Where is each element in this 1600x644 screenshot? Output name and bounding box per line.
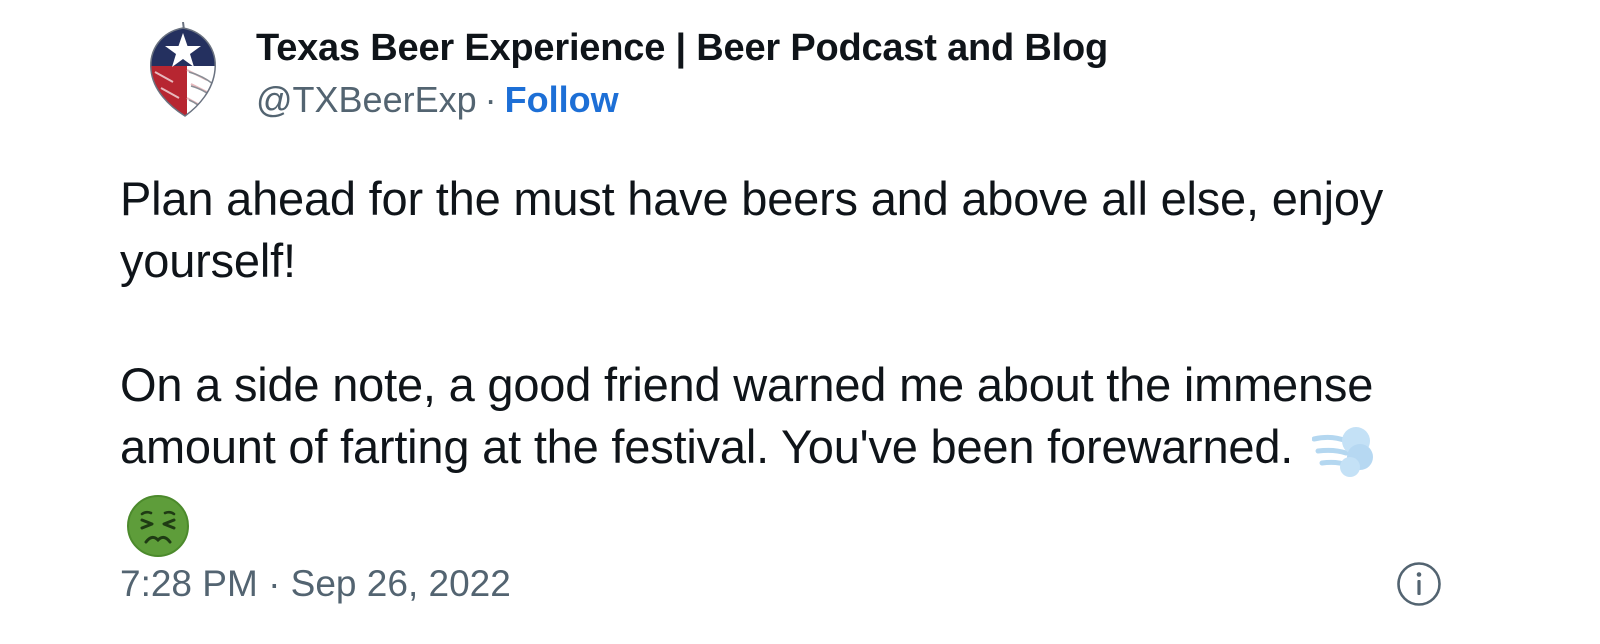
follow-button[interactable]: Follow	[505, 79, 619, 120]
tweet-text: Plan ahead for the must have beers and a…	[120, 168, 1420, 573]
tweet-paragraph: On a side note, a good friend warned me …	[120, 354, 1420, 573]
avatar[interactable]	[147, 21, 219, 120]
texas-hop-logo-icon	[150, 21, 216, 117]
dashing-away-icon	[1311, 417, 1374, 494]
tweet-timestamp[interactable]: 7:28 PM · Sep 26, 2022	[120, 562, 511, 606]
tweet-card: Texas Beer Experience | Beer Podcast and…	[0, 0, 1600, 644]
tweet-paragraph: Plan ahead for the must have beers and a…	[120, 172, 1384, 287]
tweet-paragraph-text: On a side note, a good friend warned me …	[120, 358, 1374, 473]
author-name[interactable]: Texas Beer Experience | Beer Podcast and…	[256, 26, 1108, 70]
info-icon[interactable]	[1396, 561, 1442, 607]
separator: ·	[484, 79, 497, 120]
author-meta: @TXBeerExp · Follow	[256, 78, 619, 122]
author-handle[interactable]: @TXBeerExp	[256, 79, 477, 120]
